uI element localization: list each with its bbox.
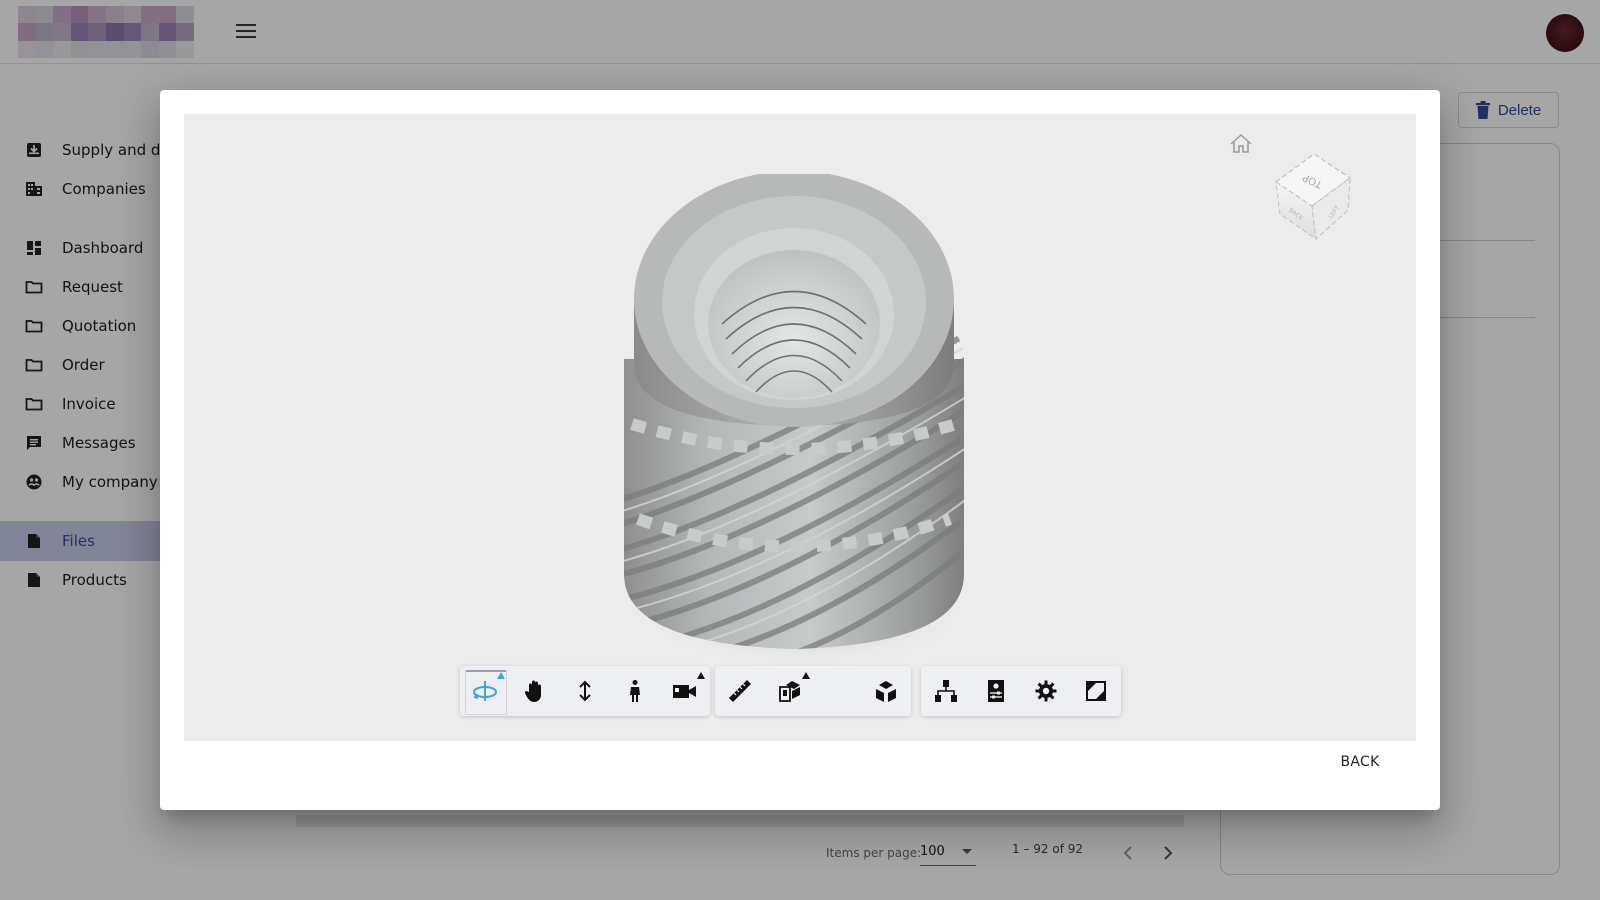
orbit-tool-button[interactable] [460, 666, 510, 716]
camera-icon [673, 685, 696, 698]
back-button[interactable]: BACK [1320, 744, 1400, 780]
flyout-indicator-icon [497, 672, 505, 679]
first-person-tool-button[interactable] [610, 666, 660, 716]
gear-icon [1035, 680, 1057, 702]
3d-viewer-dialog: TOP BACK LEFT BACK [160, 90, 1440, 810]
orbit-icon [473, 681, 497, 701]
hierarchy-icon [935, 680, 957, 702]
ruler-icon [729, 680, 751, 702]
pan-hand-icon [524, 680, 541, 702]
home-view-icon[interactable] [1228, 132, 1254, 156]
properties-icon [988, 680, 1004, 702]
dolly-tool-button[interactable] [560, 666, 610, 716]
pan-tool-button[interactable] [510, 666, 560, 716]
fullscreen-icon [1086, 681, 1106, 701]
properties-button[interactable] [971, 666, 1021, 716]
navigation-toolbar-group [460, 666, 710, 716]
3d-model-threaded-insert[interactable] [604, 174, 984, 674]
camera-tool-button[interactable] [660, 666, 710, 716]
explode-cube-icon [876, 681, 896, 702]
walk-person-icon [630, 680, 640, 702]
section-box-icon [779, 681, 800, 702]
settings-button[interactable] [1021, 666, 1071, 716]
flyout-indicator-icon [697, 672, 705, 679]
section-tool-button[interactable] [765, 666, 815, 716]
viewcube[interactable]: TOP BACK LEFT [1264, 144, 1364, 244]
flyout-indicator-icon [802, 672, 810, 679]
fullscreen-button[interactable] [1071, 666, 1121, 716]
measure-tool-button[interactable] [715, 666, 765, 716]
3d-viewer-canvas[interactable]: TOP BACK LEFT [184, 114, 1416, 741]
settings-toolbar-group [921, 666, 1121, 716]
explode-tool-button[interactable] [861, 666, 911, 716]
dolly-zoom-icon [579, 680, 591, 702]
model-tools-toolbar-group [715, 666, 911, 716]
model-browser-button[interactable] [921, 666, 971, 716]
